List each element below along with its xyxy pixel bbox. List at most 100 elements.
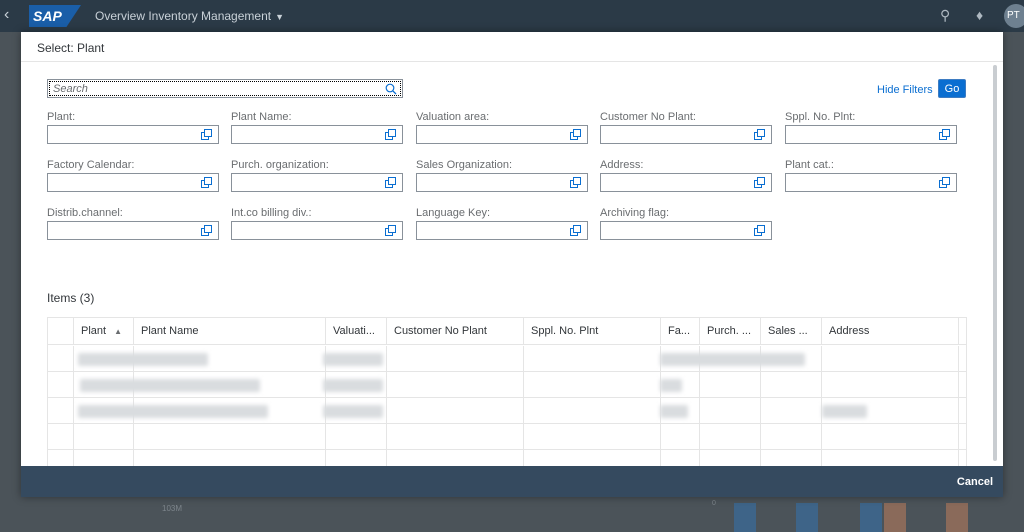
table-cell xyxy=(661,450,700,466)
value-help-icon[interactable] xyxy=(754,225,766,237)
filter-input[interactable] xyxy=(47,125,219,144)
filter-input[interactable] xyxy=(416,125,588,144)
select-plant-dialog: Select: Plant Hide Filters Go Plant: Plan… xyxy=(21,32,1003,497)
avatar[interactable]: PT xyxy=(1004,4,1024,28)
filter-input[interactable] xyxy=(600,173,772,192)
items-table: Plant ▲ Plant Name Valuati... Customer No… xyxy=(47,317,967,466)
value-help-icon[interactable] xyxy=(201,225,213,237)
select-all-column[interactable] xyxy=(48,318,74,345)
background-value-label: 103M xyxy=(162,504,183,513)
items-table-title: Items (3) xyxy=(47,291,95,305)
hide-filters-link[interactable]: Hide Filters xyxy=(877,84,933,96)
value-help-icon[interactable] xyxy=(754,177,766,189)
filter-input[interactable] xyxy=(47,173,219,192)
column-header-more[interactable]: F xyxy=(959,318,966,345)
column-header-plant-name[interactable]: Plant Name xyxy=(134,318,326,345)
table-cell xyxy=(700,398,761,424)
table-row[interactable] xyxy=(48,398,966,424)
table-cell xyxy=(387,398,524,424)
filter-input[interactable] xyxy=(231,221,403,240)
value-help-icon[interactable] xyxy=(385,225,397,237)
value-help-icon[interactable] xyxy=(754,129,766,141)
search-icon[interactable] xyxy=(385,83,397,95)
app-title-label: Overview Inventory Management xyxy=(95,9,272,23)
filter-input[interactable] xyxy=(785,173,957,192)
filter-input[interactable] xyxy=(231,125,403,144)
filter-label: Customer No Plant: xyxy=(600,111,696,123)
redacted-cell-content xyxy=(323,379,383,392)
search-icon[interactable]: ⚲ xyxy=(940,8,950,22)
background-chart-bar xyxy=(734,503,756,532)
redacted-cell-content xyxy=(78,405,268,418)
value-help-icon[interactable] xyxy=(385,129,397,141)
notification-bell-icon[interactable]: ♦ xyxy=(976,8,983,22)
dialog-title: Select: Plant xyxy=(37,41,105,55)
column-header-plant[interactable]: Plant ▲ xyxy=(74,318,134,345)
table-cell xyxy=(761,450,822,466)
shell-bar: ‹ SAP Overview Inventory Management ▼ ⚲ ♦… xyxy=(0,0,1024,32)
value-help-icon[interactable] xyxy=(570,225,582,237)
filter-input[interactable] xyxy=(47,221,219,240)
go-button[interactable]: Go xyxy=(938,79,966,98)
value-help-icon[interactable] xyxy=(385,177,397,189)
background-chart-bar xyxy=(946,503,968,532)
value-help-icon[interactable] xyxy=(570,177,582,189)
value-help-icon[interactable] xyxy=(570,129,582,141)
table-cell xyxy=(524,424,661,450)
table-row[interactable] xyxy=(48,372,966,398)
column-header-sales-org[interactable]: Sales ... xyxy=(761,318,822,345)
filter-input[interactable] xyxy=(416,173,588,192)
sap-logo[interactable]: SAP xyxy=(29,5,81,27)
filter-input[interactable] xyxy=(416,221,588,240)
column-header-label: Sppl. No. Plnt xyxy=(531,325,599,337)
filter-label: Archiving flag: xyxy=(600,207,670,219)
column-header-customer-no-plant[interactable]: Customer No Plant xyxy=(387,318,524,345)
column-header-factory-calendar[interactable]: Fa... xyxy=(661,318,700,345)
table-cell xyxy=(524,346,661,372)
table-cell xyxy=(761,424,822,450)
row-selector[interactable] xyxy=(48,372,74,398)
table-row[interactable] xyxy=(48,450,966,466)
redacted-cell-content xyxy=(660,353,805,366)
vertical-scrollbar[interactable] xyxy=(993,65,997,461)
table-row[interactable] xyxy=(48,424,966,450)
app-title[interactable]: Overview Inventory Management ▼ xyxy=(95,9,284,23)
column-header-valuation-area[interactable]: Valuati... xyxy=(326,318,387,345)
value-help-icon[interactable] xyxy=(201,177,213,189)
table-cell xyxy=(387,372,524,398)
filter-label: Plant: xyxy=(47,111,76,123)
value-help-icon[interactable] xyxy=(939,177,951,189)
table-cell xyxy=(700,372,761,398)
column-header-purch-org[interactable]: Purch. ... xyxy=(700,318,761,345)
filter-label: Plant Name: xyxy=(231,111,292,123)
filter-input[interactable] xyxy=(785,125,957,144)
search-input[interactable] xyxy=(53,82,373,95)
table-cell xyxy=(524,398,661,424)
filter-label: Valuation area: xyxy=(416,111,490,123)
table-cell xyxy=(822,346,959,372)
table-cell xyxy=(524,450,661,466)
column-header-sppl-no-plnt[interactable]: Sppl. No. Plnt xyxy=(524,318,661,345)
row-selector[interactable] xyxy=(48,424,74,450)
back-arrow-icon[interactable]: ‹ xyxy=(4,7,9,23)
table-row[interactable] xyxy=(48,346,966,372)
row-selector[interactable] xyxy=(48,398,74,424)
redacted-cell-content xyxy=(323,353,383,366)
column-header-address[interactable]: Address xyxy=(822,318,959,345)
row-selector[interactable] xyxy=(48,346,74,372)
redacted-cell-content xyxy=(660,405,688,418)
filter-label: Address: xyxy=(600,159,644,171)
value-help-icon[interactable] xyxy=(201,129,213,141)
row-selector[interactable] xyxy=(48,450,74,466)
dialog-footer: Cancel xyxy=(21,466,1003,497)
table-cell xyxy=(959,372,966,398)
search-field[interactable] xyxy=(47,79,403,98)
filter-input[interactable] xyxy=(600,125,772,144)
value-help-icon[interactable] xyxy=(939,129,951,141)
cancel-button[interactable]: Cancel xyxy=(957,476,993,488)
table-cell xyxy=(700,424,761,450)
table-cell xyxy=(326,424,387,450)
filter-input[interactable] xyxy=(600,221,772,240)
filter-label: Language Key: xyxy=(416,207,491,219)
filter-input[interactable] xyxy=(231,173,403,192)
